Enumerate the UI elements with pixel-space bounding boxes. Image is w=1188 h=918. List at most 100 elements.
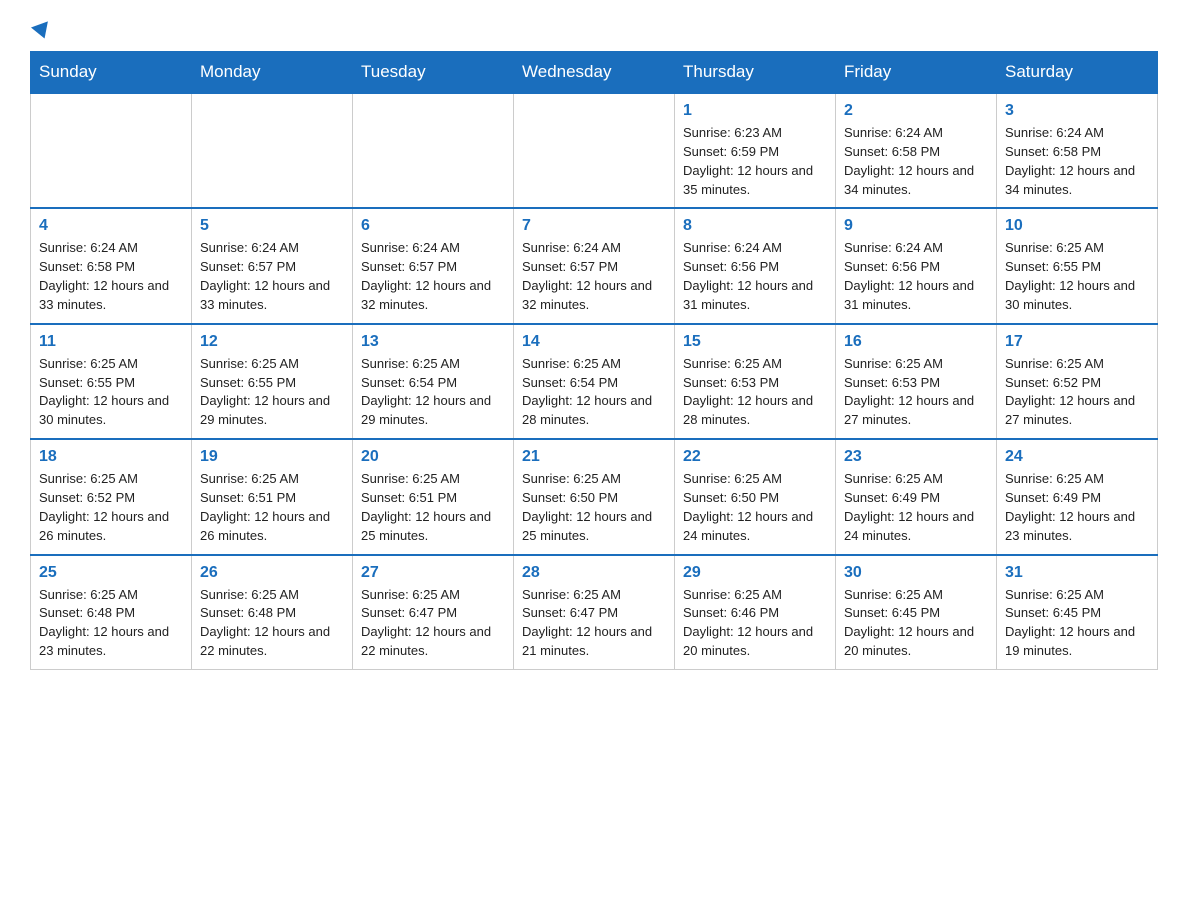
day-number: 16: [844, 333, 988, 351]
calendar-cell: [192, 93, 353, 208]
calendar-cell: 7 Sunrise: 6:24 AMSunset: 6:57 PMDaylight…: [514, 208, 675, 323]
weekday-header-saturday: Saturday: [997, 52, 1158, 94]
day-number: 15: [683, 333, 827, 351]
day-info: Sunrise: 6:24 AMSunset: 6:58 PMDaylight:…: [39, 239, 183, 314]
calendar-cell: 29 Sunrise: 6:25 AMSunset: 6:46 PMDayligh…: [675, 555, 836, 670]
day-number: 17: [1005, 333, 1149, 351]
weekday-header-thursday: Thursday: [675, 52, 836, 94]
week-row-2: 4 Sunrise: 6:24 AMSunset: 6:58 PMDaylight…: [31, 208, 1158, 323]
day-number: 9: [844, 217, 988, 235]
weekday-header-wednesday: Wednesday: [514, 52, 675, 94]
day-number: 14: [522, 333, 666, 351]
day-number: 6: [361, 217, 505, 235]
calendar-cell: 12Sunrise: 6:25 AMSunset: 6:55 PMDayligh…: [192, 324, 353, 439]
calendar-cell: 8 Sunrise: 6:24 AMSunset: 6:56 PMDaylight…: [675, 208, 836, 323]
week-row-1: 1Sunrise: 6:23 AMSunset: 6:59 PMDaylight…: [31, 93, 1158, 208]
calendar-cell: 27Sunrise: 6:25 AMSunset: 6:47 PMDayligh…: [353, 555, 514, 670]
day-info: Sunrise: 6:24 AMSunset: 6:58 PMDaylight:…: [844, 124, 988, 199]
day-number: 29: [683, 564, 827, 582]
weekday-header-friday: Friday: [836, 52, 997, 94]
day-info: Sunrise: 6:25 AMSunset: 6:51 PMDaylight:…: [361, 470, 505, 545]
day-info: Sunrise: 6:24 AMSunset: 6:56 PMDaylight:…: [683, 239, 827, 314]
day-number: 3: [1005, 102, 1149, 120]
day-number: 4: [39, 217, 183, 235]
weekday-header-sunday: Sunday: [31, 52, 192, 94]
day-info: Sunrise: 6:25 AMSunset: 6:53 PMDaylight:…: [844, 355, 988, 430]
calendar-cell: 28 Sunrise: 6:25 AMSunset: 6:47 PMDayligh…: [514, 555, 675, 670]
day-info: Sunrise: 6:25 AMSunset: 6:54 PMDaylight:…: [361, 355, 505, 430]
day-number: 11: [39, 333, 183, 351]
day-info: Sunrise: 6:25 AMSunset: 6:45 PMDaylight:…: [1005, 586, 1149, 661]
day-info: Sunrise: 6:25 AMSunset: 6:48 PMDaylight:…: [200, 586, 344, 661]
calendar-cell: 11 Sunrise: 6:25 AMSunset: 6:55 PMDayligh…: [31, 324, 192, 439]
day-info: Sunrise: 6:25 AMSunset: 6:50 PMDaylight:…: [522, 470, 666, 545]
day-info: Sunrise: 6:24 AMSunset: 6:58 PMDaylight:…: [1005, 124, 1149, 199]
day-number: 22: [683, 448, 827, 466]
day-info: Sunrise: 6:24 AMSunset: 6:57 PMDaylight:…: [200, 239, 344, 314]
calendar-cell: 14 Sunrise: 6:25 AMSunset: 6:54 PMDayligh…: [514, 324, 675, 439]
calendar-cell: [353, 93, 514, 208]
day-info: Sunrise: 6:25 AMSunset: 6:48 PMDaylight:…: [39, 586, 183, 661]
day-info: Sunrise: 6:25 AMSunset: 6:54 PMDaylight:…: [522, 355, 666, 430]
day-number: 2: [844, 102, 988, 120]
day-info: Sunrise: 6:25 AMSunset: 6:55 PMDaylight:…: [39, 355, 183, 430]
page-header: [30, 20, 1158, 33]
day-info: Sunrise: 6:24 AMSunset: 6:57 PMDaylight:…: [361, 239, 505, 314]
calendar-cell: 1Sunrise: 6:23 AMSunset: 6:59 PMDaylight…: [675, 93, 836, 208]
calendar-table: SundayMondayTuesdayWednesdayThursdayFrid…: [30, 51, 1158, 670]
calendar-cell: 9 Sunrise: 6:24 AMSunset: 6:56 PMDaylight…: [836, 208, 997, 323]
weekday-header-monday: Monday: [192, 52, 353, 94]
day-info: Sunrise: 6:25 AMSunset: 6:50 PMDaylight:…: [683, 470, 827, 545]
day-info: Sunrise: 6:25 AMSunset: 6:47 PMDaylight:…: [522, 586, 666, 661]
day-number: 20: [361, 448, 505, 466]
day-number: 30: [844, 564, 988, 582]
day-info: Sunrise: 6:25 AMSunset: 6:51 PMDaylight:…: [200, 470, 344, 545]
calendar-header-row: SundayMondayTuesdayWednesdayThursdayFrid…: [31, 52, 1158, 94]
day-number: 28: [522, 564, 666, 582]
day-number: 13: [361, 333, 505, 351]
day-info: Sunrise: 6:25 AMSunset: 6:55 PMDaylight:…: [200, 355, 344, 430]
day-info: Sunrise: 6:24 AMSunset: 6:56 PMDaylight:…: [844, 239, 988, 314]
calendar-cell: 2 Sunrise: 6:24 AMSunset: 6:58 PMDaylight…: [836, 93, 997, 208]
calendar-cell: 30 Sunrise: 6:25 AMSunset: 6:45 PMDayligh…: [836, 555, 997, 670]
calendar-cell: 19 Sunrise: 6:25 AMSunset: 6:51 PMDayligh…: [192, 439, 353, 554]
week-row-5: 25 Sunrise: 6:25 AMSunset: 6:48 PMDayligh…: [31, 555, 1158, 670]
calendar-cell: 23Sunrise: 6:25 AMSunset: 6:49 PMDayligh…: [836, 439, 997, 554]
logo-triangle-icon: [31, 21, 53, 41]
day-number: 19: [200, 448, 344, 466]
calendar-cell: 15 Sunrise: 6:25 AMSunset: 6:53 PMDayligh…: [675, 324, 836, 439]
calendar-cell: 31 Sunrise: 6:25 AMSunset: 6:45 PMDayligh…: [997, 555, 1158, 670]
day-number: 26: [200, 564, 344, 582]
day-number: 7: [522, 217, 666, 235]
day-number: 5: [200, 217, 344, 235]
calendar-cell: 3 Sunrise: 6:24 AMSunset: 6:58 PMDaylight…: [997, 93, 1158, 208]
day-info: Sunrise: 6:24 AMSunset: 6:57 PMDaylight:…: [522, 239, 666, 314]
day-info: Sunrise: 6:23 AMSunset: 6:59 PMDaylight:…: [683, 124, 827, 199]
day-number: 25: [39, 564, 183, 582]
calendar-cell: 22 Sunrise: 6:25 AMSunset: 6:50 PMDayligh…: [675, 439, 836, 554]
calendar-cell: 24 Sunrise: 6:25 AMSunset: 6:49 PMDayligh…: [997, 439, 1158, 554]
day-number: 27: [361, 564, 505, 582]
day-info: Sunrise: 6:25 AMSunset: 6:49 PMDaylight:…: [1005, 470, 1149, 545]
day-info: Sunrise: 6:25 AMSunset: 6:49 PMDaylight:…: [844, 470, 988, 545]
day-info: Sunrise: 6:25 AMSunset: 6:46 PMDaylight:…: [683, 586, 827, 661]
calendar-cell: 21Sunrise: 6:25 AMSunset: 6:50 PMDayligh…: [514, 439, 675, 554]
calendar-cell: 16 Sunrise: 6:25 AMSunset: 6:53 PMDayligh…: [836, 324, 997, 439]
day-info: Sunrise: 6:25 AMSunset: 6:45 PMDaylight:…: [844, 586, 988, 661]
day-number: 24: [1005, 448, 1149, 466]
calendar-cell: 26 Sunrise: 6:25 AMSunset: 6:48 PMDayligh…: [192, 555, 353, 670]
calendar-cell: 13 Sunrise: 6:25 AMSunset: 6:54 PMDayligh…: [353, 324, 514, 439]
day-number: 18: [39, 448, 183, 466]
weekday-header-tuesday: Tuesday: [353, 52, 514, 94]
day-info: Sunrise: 6:25 AMSunset: 6:55 PMDaylight:…: [1005, 239, 1149, 314]
day-info: Sunrise: 6:25 AMSunset: 6:52 PMDaylight:…: [39, 470, 183, 545]
day-info: Sunrise: 6:25 AMSunset: 6:52 PMDaylight:…: [1005, 355, 1149, 430]
day-number: 8: [683, 217, 827, 235]
day-info: Sunrise: 6:25 AMSunset: 6:53 PMDaylight:…: [683, 355, 827, 430]
calendar-cell: 25 Sunrise: 6:25 AMSunset: 6:48 PMDayligh…: [31, 555, 192, 670]
logo: [30, 20, 53, 33]
day-number: 10: [1005, 217, 1149, 235]
day-number: 31: [1005, 564, 1149, 582]
week-row-3: 11 Sunrise: 6:25 AMSunset: 6:55 PMDayligh…: [31, 324, 1158, 439]
calendar-cell: 20 Sunrise: 6:25 AMSunset: 6:51 PMDayligh…: [353, 439, 514, 554]
